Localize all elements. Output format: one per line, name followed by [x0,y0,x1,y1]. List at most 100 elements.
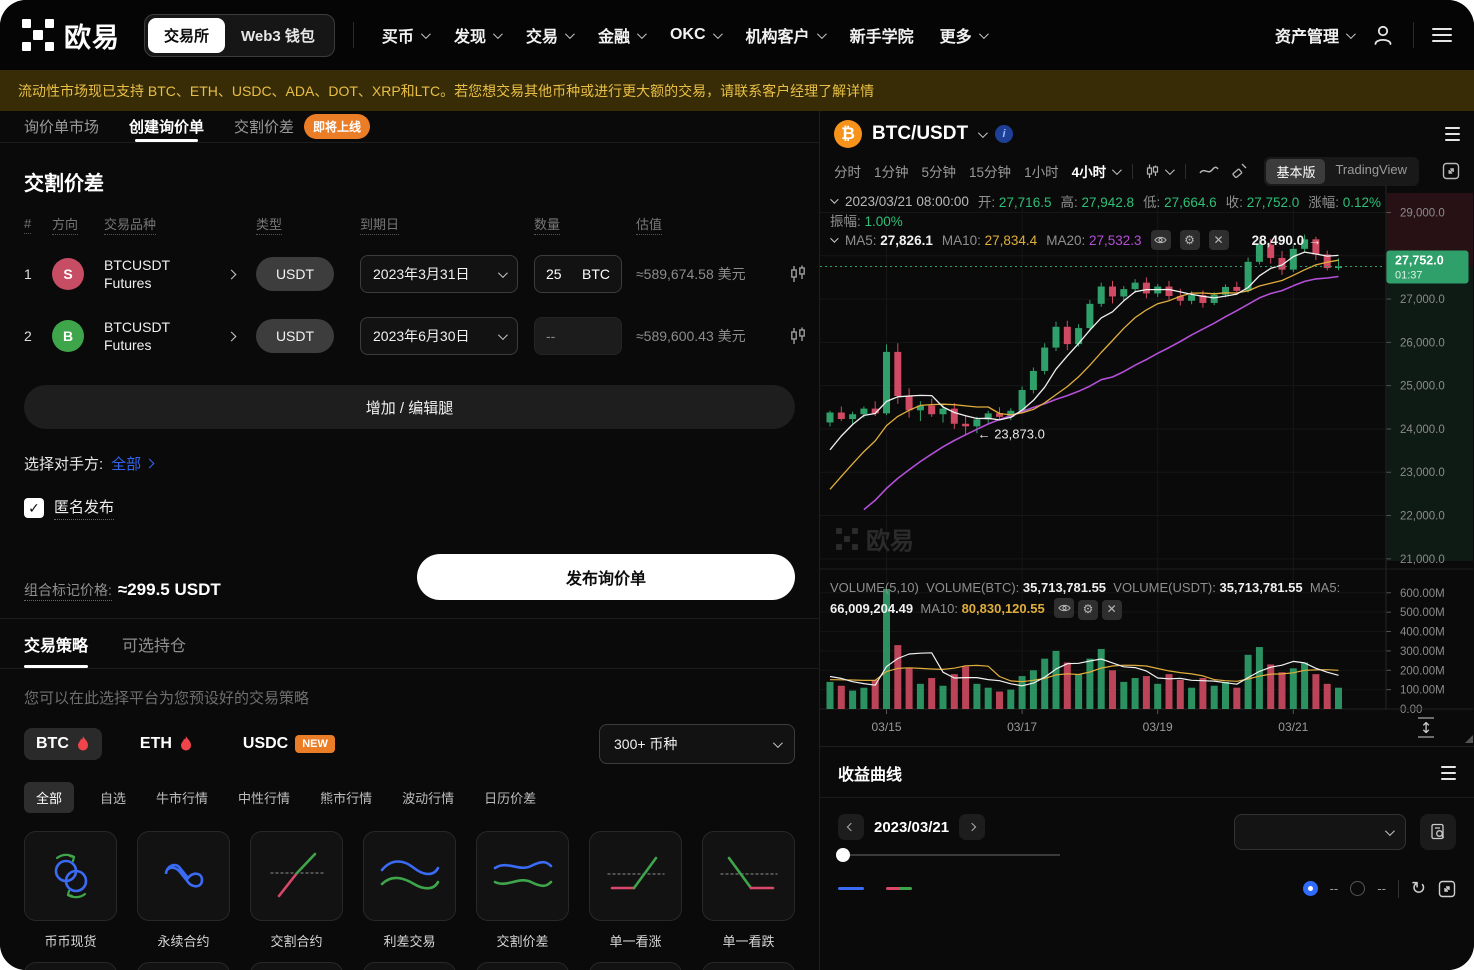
expiry-date-select[interactable]: 2023年6月30日 [360,317,518,355]
strategy-card-single-bull[interactable]: 单一看涨 [589,831,682,950]
view-tradingview[interactable]: TradingView [1325,159,1417,184]
line-overlay-icon[interactable] [1199,164,1219,179]
refresh-icon[interactable]: ↻ [1411,878,1426,899]
pnl-curve-panel: 收益曲线 2023/03/21 [820,746,1474,970]
view-basic[interactable]: 基本版 [1266,159,1325,184]
tf-4h-active[interactable]: 4小时 [1072,161,1120,181]
filter-bear-market[interactable]: 熊市行情 [316,782,376,813]
coin-usdc[interactable]: USDC NEW [231,728,347,760]
nav-item-assets[interactable]: 资产管理 [1275,23,1353,47]
candle-style-icon[interactable] [1146,164,1172,179]
pnl-menu-icon[interactable] [1441,766,1456,780]
tf-time[interactable]: 分时 [834,161,861,181]
nav-item-more[interactable]: 更多 [940,23,986,47]
gear-icon[interactable]: ⚙ [1180,230,1200,250]
tab-optional-positions[interactable]: 可选持仓 [122,619,186,668]
resize-corner [1465,735,1473,743]
leg-type-pill[interactable]: USDT [256,319,334,353]
toggle-exchange[interactable]: 交易所 [148,18,225,53]
strategy-card-rate-arbitrage[interactable]: 利差交易 [363,831,456,950]
svg-text:03/19: 03/19 [1143,720,1173,734]
radio-option-1[interactable] [1303,881,1318,896]
tab-delivery-spread[interactable]: 交割价差 即将上线 [234,111,370,142]
expiry-date-select[interactable]: 2023年3月31日 [360,255,518,293]
ma-info-line: MA5: 27,826.1 MA10: 27,834.4 MA20: 27,53… [830,230,1321,250]
toggle-web3-wallet[interactable]: Web3 钱包 [225,18,331,53]
tf-5m[interactable]: 5分钟 [922,161,957,181]
chevron-down-icon[interactable] [830,195,838,203]
slider-thumb[interactable] [836,848,850,862]
radio-option-2[interactable] [1350,881,1365,896]
filter-neutral-market[interactable]: 中性行情 [234,782,294,813]
svg-text:27,000.0: 27,000.0 [1400,294,1445,306]
nav-item-okc[interactable]: OKC [670,26,720,44]
nav-item-trade[interactable]: 交易 [526,23,572,47]
fullscreen-icon[interactable] [1442,162,1460,180]
eye-icon[interactable] [1151,230,1171,250]
chevron-down-icon [1385,826,1395,836]
strategy-card-futures[interactable]: 交割合约 [250,831,343,950]
leg-product-chevron[interactable] [228,243,254,305]
chart-menu-icon[interactable] [1445,127,1460,141]
quantity-input[interactable]: 25BTC [534,255,622,293]
nav-item-discover[interactable]: 发现 [454,23,500,47]
close-icon[interactable]: ✕ [1209,230,1229,250]
date-slider[interactable] [838,854,1060,856]
user-account-icon[interactable] [1371,23,1395,47]
tab-create-rfq[interactable]: 创建询价单 [129,111,204,142]
filter-bull-market[interactable]: 牛市行情 [152,782,212,813]
strategy-card-perpetual[interactable]: 永续合约 [137,831,230,950]
info-icon[interactable]: i [995,125,1013,143]
filter-volatile-market[interactable]: 波动行情 [398,782,458,813]
filter-calendar-spread[interactable]: 日历价差 [480,782,540,813]
tf-1m[interactable]: 1分钟 [874,161,909,181]
tf-15m[interactable]: 15分钟 [969,161,1011,181]
coin-count-dropdown[interactable]: 300+ 币种 [599,724,795,764]
legs-table: # 方向 交易品种 类型 到期日 数量 估值 1 S BTCUSDT Futur… [24,214,795,367]
candle-compare-icon[interactable] [790,265,806,283]
filter-favorites[interactable]: 自选 [96,782,130,813]
strategy-card-delivery-spread[interactable]: 交割价差 [476,831,569,950]
top-navbar: 欧易 交易所 Web3 钱包 买币 发现 交易 金融 OKC 机构客户 新手学院… [0,0,1474,70]
filter-all[interactable]: 全部 [24,782,74,813]
candle-compare-icon[interactable] [790,327,806,345]
counterparty-select-link[interactable]: 全部 [111,453,153,474]
okx-watermark: 欧易 [836,521,914,556]
brand[interactable]: 欧易 [22,16,120,55]
menu-icon[interactable] [1432,28,1452,42]
candlestick-chart-svg[interactable]: 29,000.028,000.027,000.026,000.025,000.0… [820,185,1473,746]
gear-icon[interactable]: ⚙ [1078,600,1098,620]
coin-eth[interactable]: ETH [128,728,205,760]
volume-info-line: VOLUME(5,10) VOLUME(BTC): 35,713,781.55 … [830,577,1378,620]
pair-title[interactable]: BTC/USDT [872,123,968,145]
add-edit-leg-button[interactable]: 增加 / 编辑腿 [24,385,795,429]
eye-icon[interactable] [1054,598,1074,618]
quantity-input[interactable]: -- [534,317,622,355]
next-date-button[interactable] [959,814,985,840]
legend-line-blue [838,887,864,890]
chevron-down-icon[interactable] [978,128,988,138]
leg-product-chevron[interactable] [228,305,254,367]
anonymous-checkbox[interactable]: ✓ [24,498,44,518]
candlestick-chart[interactable]: 2023/03/21 08:00:00 开: 27,716.5 高: 27,94… [820,185,1474,746]
publish-rfq-button[interactable]: 发布询价单 [417,554,795,600]
chevron-down-icon[interactable] [830,234,838,242]
tf-1h[interactable]: 1小时 [1024,161,1059,181]
coin-btc[interactable]: BTC [24,728,102,760]
strategy-card-single-bear[interactable]: 单一看跌 [702,831,795,950]
drawing-tool-icon[interactable] [1232,162,1248,181]
nav-item-buy[interactable]: 买币 [382,23,428,47]
tab-rfq-market[interactable]: 询价单市场 [24,111,99,142]
nav-item-institutional[interactable]: 机构客户 [746,23,824,47]
nav-item-finance[interactable]: 金融 [598,23,644,47]
leg-type-pill[interactable]: USDT [256,257,334,291]
strategy-card-spot[interactable]: 币币现货 [24,831,117,950]
svg-text:23,000.0: 23,000.0 [1400,467,1445,479]
expand-icon[interactable] [1438,880,1456,898]
close-icon[interactable]: ✕ [1102,600,1122,620]
nav-item-academy[interactable]: 新手学院 [850,23,914,47]
prev-date-button[interactable] [838,814,864,840]
pnl-filter-dropdown[interactable] [1234,814,1406,850]
order-search-icon[interactable] [1420,814,1456,850]
tab-trading-strategies[interactable]: 交易策略 [24,619,88,668]
